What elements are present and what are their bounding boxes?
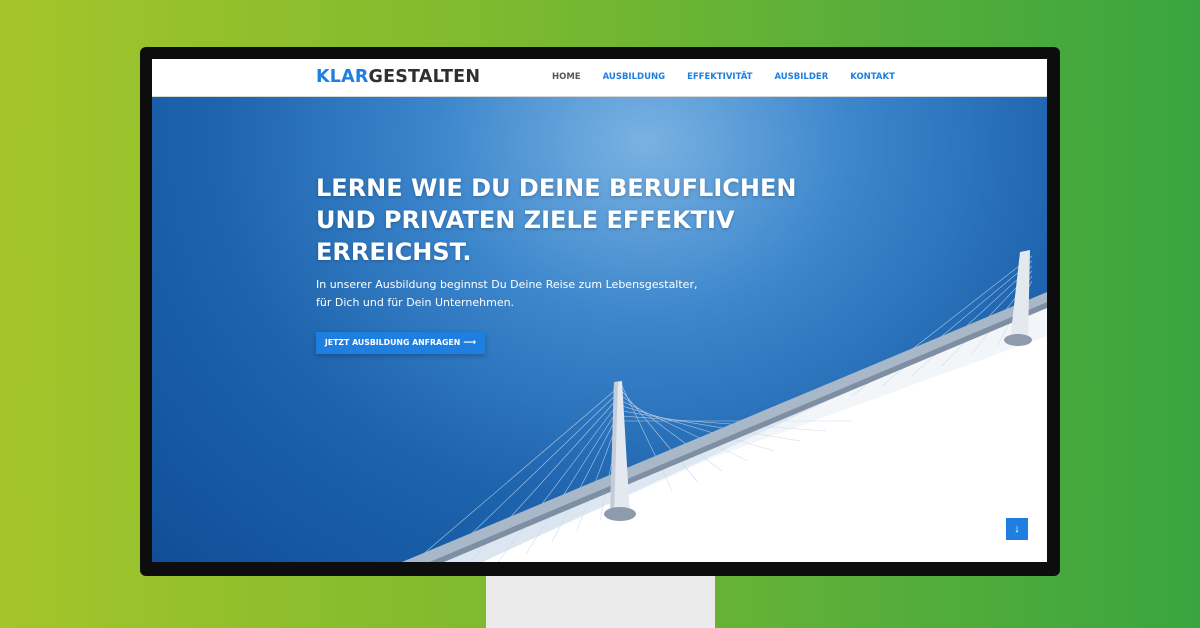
monitor-frame: KLARGESTALTEN HOME AUSBILDUNG EFFEKTIVIT… [140, 47, 1060, 576]
hero-headline-line-2: UND PRIVATEN ZIELE EFFEKTIV [316, 206, 735, 234]
nav-item-ausbilder[interactable]: AUSBILDER [774, 72, 828, 82]
arrow-right-icon: ⟶ [463, 338, 477, 348]
logo-klar-text: KLAR [316, 67, 369, 87]
nav-item-home[interactable]: HOME [552, 72, 581, 82]
scroll-down-button[interactable]: ↓ [1006, 518, 1028, 540]
request-training-button[interactable]: JETZT AUSBILDUNG ANFRAGEN ⟶ [316, 332, 485, 354]
hero-headline-line-1: LERNE WIE DU DEINE BERUFLICHEN [316, 174, 797, 202]
hero-subtitle-line-2: für Dich und für Dein Unternehmen. [316, 296, 515, 309]
nav-item-kontakt[interactable]: KONTAKT [850, 72, 895, 82]
top-navbar: KLARGESTALTEN HOME AUSBILDUNG EFFEKTIVIT… [152, 59, 1047, 97]
arrow-down-icon: ↓ [1014, 523, 1020, 535]
nav-item-effektivitaet[interactable]: EFFEKTIVITÄT [687, 72, 752, 82]
hero-headline-line-3: ERREICHST. [316, 238, 472, 266]
hero-subtitle: In unserer Ausbildung beginnst Du Deine … [316, 276, 756, 312]
monitor-stand [486, 574, 715, 628]
hero-subtitle-line-1: In unserer Ausbildung beginnst Du Deine … [316, 278, 698, 291]
logo-gestalten-text: GESTALTEN [368, 67, 481, 87]
nav-item-ausbildung[interactable]: AUSBILDUNG [603, 72, 665, 82]
hero-section: LERNE WIE DU DEINE BERUFLICHEN UND PRIVA… [152, 96, 1047, 562]
hero-headline: LERNE WIE DU DEINE BERUFLICHEN UND PRIVA… [316, 172, 856, 268]
bridge-hero-image [402, 250, 1047, 562]
website-screen: KLARGESTALTEN HOME AUSBILDUNG EFFEKTIVIT… [152, 59, 1047, 562]
main-navigation: HOME AUSBILDUNG EFFEKTIVITÄT AUSBILDER K… [552, 72, 895, 82]
request-training-button-label: JETZT AUSBILDUNG ANFRAGEN [324, 338, 461, 347]
brand-logo[interactable]: KLARGESTALTEN [316, 67, 480, 87]
